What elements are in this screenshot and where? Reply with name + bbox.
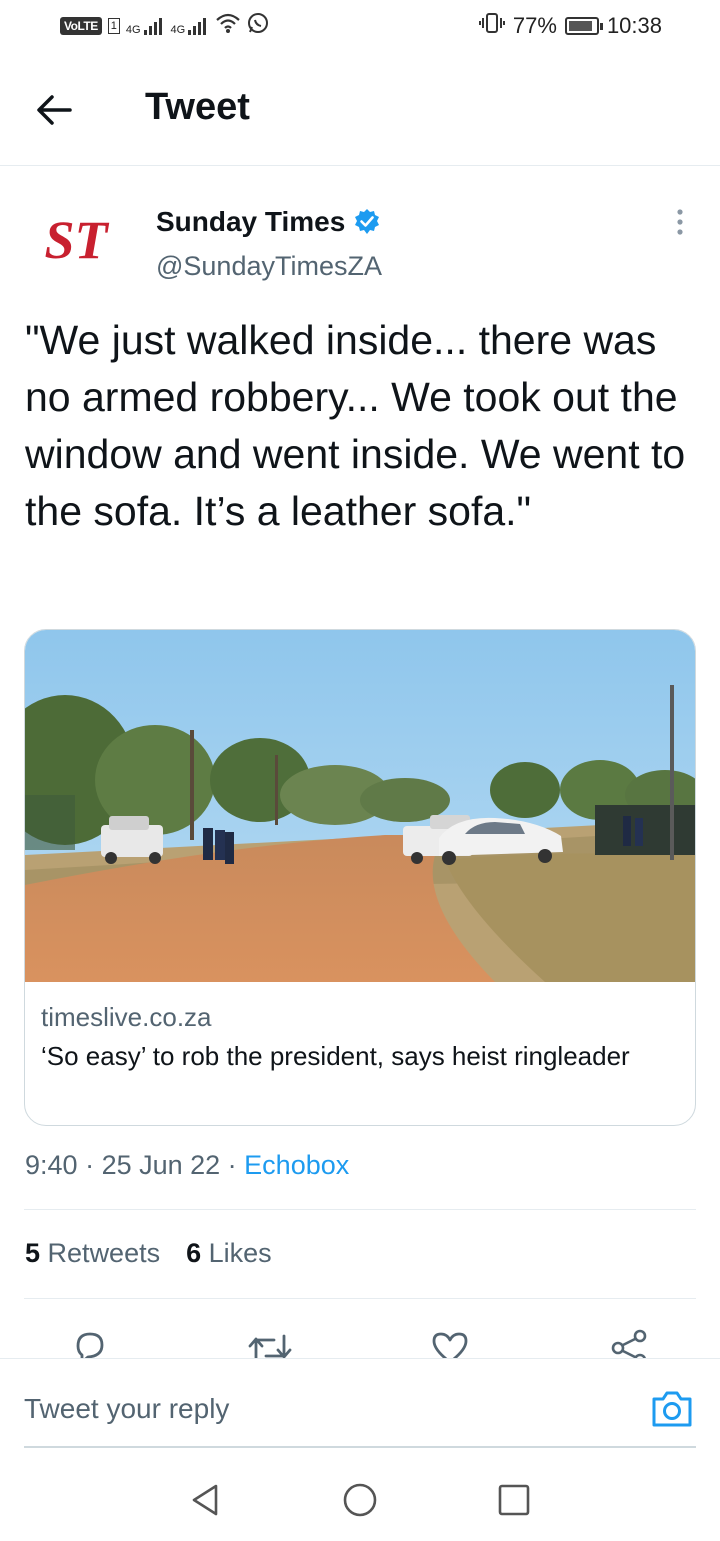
nav-home-button[interactable]	[340, 1480, 380, 1520]
more-button[interactable]	[668, 208, 692, 238]
divider	[24, 1298, 696, 1299]
status-right: 77% 10:38	[478, 12, 662, 40]
retweet-button[interactable]	[246, 1326, 292, 1358]
card-image	[25, 630, 695, 982]
retweets-count: 5	[25, 1238, 41, 1268]
top-bar: Tweet	[0, 56, 720, 166]
signal-label: 4G	[125, 24, 141, 36]
avatar-logo-text: ST	[44, 210, 109, 270]
reply-divider	[24, 1446, 696, 1448]
page-title: Tweet	[145, 86, 250, 128]
card-title: ‘So easy’ to rob the president, says hei…	[41, 1041, 630, 1071]
sim-slot: 1	[107, 18, 120, 34]
clock: 10:38	[606, 13, 662, 38]
camera-button[interactable]	[650, 1389, 694, 1429]
volte-badge: VoLTE	[60, 17, 102, 35]
circle-home-icon	[343, 1483, 377, 1517]
status-bar: VoLTE 1 4G 4G 77% 10:38	[0, 0, 720, 56]
battery-percent: 77%	[512, 13, 557, 38]
tweet-meta: 9:40 · 25 Jun 22 · Echobox	[25, 1150, 349, 1181]
battery-icon	[564, 17, 603, 35]
share-icon	[611, 1329, 647, 1358]
card-domain: timeslive.co.za	[41, 1002, 212, 1032]
signal-icon: 4G	[171, 16, 210, 36]
heart-icon	[432, 1332, 468, 1358]
meta-separator: ·	[77, 1150, 102, 1180]
share-button[interactable]	[608, 1326, 652, 1358]
nav-back-button[interactable]	[186, 1480, 226, 1520]
nav-recents-button[interactable]	[494, 1480, 534, 1520]
whatsapp-icon	[247, 12, 269, 40]
like-button[interactable]	[428, 1326, 472, 1358]
meta-separator: ·	[220, 1150, 245, 1180]
signal-icon: 4G	[126, 16, 165, 36]
action-bar	[0, 1320, 720, 1358]
system-nav-bar	[0, 1460, 720, 1541]
retweets-stat[interactable]: 5 Retweets	[25, 1238, 160, 1269]
square-recents-icon	[498, 1484, 530, 1516]
reply-icon	[76, 1332, 104, 1358]
tweet-time: 9:40	[25, 1150, 78, 1180]
tweet-stats: 5 Retweets 6 Likes	[25, 1238, 272, 1269]
verified-badge-icon	[355, 209, 380, 234]
tweet-text: "We just walked inside... there was no a…	[25, 317, 686, 534]
tweet-source-link[interactable]: Echobox	[244, 1150, 349, 1180]
wifi-icon	[215, 12, 241, 40]
more-vertical-icon	[677, 209, 683, 235]
likes-stat[interactable]: 6 Likes	[186, 1238, 272, 1269]
author-display-name: Sunday Times	[156, 206, 346, 237]
vibrate-icon	[478, 12, 505, 40]
retweet-icon	[248, 1334, 292, 1358]
status-left: VoLTE 1 4G 4G	[60, 12, 269, 40]
signal-label: 4G	[170, 24, 186, 36]
link-card[interactable]: timeslive.co.za ‘So easy’ to rob the pre…	[24, 629, 696, 1126]
reply-input[interactable]: Tweet your reply	[24, 1393, 229, 1425]
likes-label: Likes	[208, 1238, 272, 1268]
camera-icon	[652, 1391, 692, 1427]
author-name[interactable]: Sunday Times	[156, 206, 381, 238]
author-handle[interactable]: @SundayTimesZA	[156, 251, 382, 282]
back-button[interactable]	[32, 90, 80, 130]
reply-bar: Tweet your reply	[0, 1358, 720, 1448]
avatar[interactable]: ST	[26, 206, 130, 278]
reply-button[interactable]	[68, 1326, 112, 1358]
likes-count: 6	[186, 1238, 202, 1268]
divider	[24, 1209, 696, 1210]
triangle-back-icon	[192, 1484, 218, 1516]
retweets-label: Retweets	[47, 1238, 161, 1268]
arrow-left-icon	[37, 95, 72, 125]
tweet-date: 25 Jun 22	[101, 1150, 221, 1180]
